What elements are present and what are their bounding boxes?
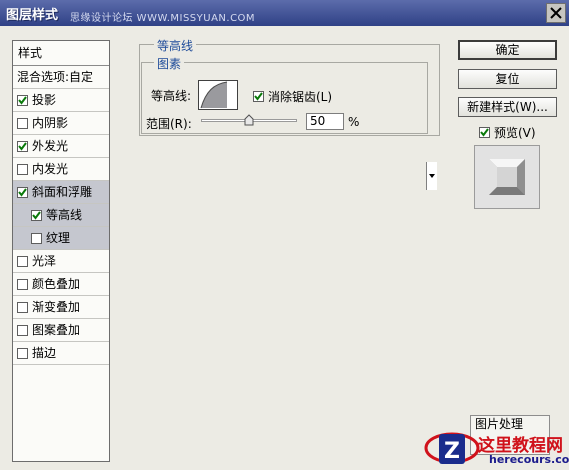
range-label: 范围(R): <box>146 117 192 131</box>
style-checkbox[interactable] <box>17 301 28 313</box>
new-style-button[interactable]: 新建样式(W)... <box>458 97 557 117</box>
style-list-item-label: 描边 <box>32 346 57 360</box>
contour-group-title: 等高线 <box>154 37 197 54</box>
close-button[interactable] <box>546 3 566 23</box>
style-list-item-label: 内发光 <box>32 162 69 176</box>
style-checkbox[interactable] <box>31 209 42 221</box>
style-list-item[interactable]: 混合选项:自定 <box>13 66 109 89</box>
contour-label: 等高线: <box>151 89 192 103</box>
style-list-item[interactable]: 斜面和浮雕 <box>13 181 109 204</box>
contour-picker[interactable] <box>198 80 437 190</box>
style-list-item-label: 等高线 <box>46 208 83 222</box>
checkmark-icon <box>18 141 27 151</box>
close-icon <box>550 7 562 19</box>
style-checkbox[interactable] <box>17 347 28 359</box>
checkmark-icon <box>480 128 489 137</box>
ok-button[interactable]: 确定 <box>458 40 557 60</box>
style-list-item-label: 颜色叠加 <box>32 277 81 291</box>
style-checkbox[interactable] <box>17 163 28 175</box>
style-list-item[interactable]: 等高线 <box>13 204 109 227</box>
elements-subgroup-title: 图素 <box>154 55 185 72</box>
range-slider-thumb[interactable] <box>244 114 254 126</box>
style-checkbox[interactable] <box>17 324 28 336</box>
style-list-item-label: 纹理 <box>46 231 71 245</box>
checkmark-icon <box>254 92 263 101</box>
checkmark-icon <box>18 187 27 197</box>
style-list-item[interactable]: 投影 <box>13 89 109 112</box>
style-checkbox[interactable] <box>17 94 28 106</box>
style-checkbox[interactable] <box>31 232 42 244</box>
style-list-item[interactable]: 渐变叠加 <box>13 296 109 319</box>
style-list-item[interactable]: 图案叠加 <box>13 319 109 342</box>
style-list-items: 混合选项:自定投影内阴影外发光内发光斜面和浮雕等高线纹理光泽颜色叠加渐变叠加图案… <box>13 66 109 365</box>
preview-label: 预览(V) <box>494 126 536 140</box>
range-input[interactable]: 50 <box>306 113 344 130</box>
style-list-item[interactable]: 颜色叠加 <box>13 273 109 296</box>
antialias-checkbox[interactable] <box>253 91 264 102</box>
style-list-item[interactable]: 内发光 <box>13 158 109 181</box>
style-list-item-label: 渐变叠加 <box>32 300 81 314</box>
style-list: 样式 混合选项:自定投影内阴影外发光内发光斜面和浮雕等高线纹理光泽颜色叠加渐变叠… <box>12 40 110 462</box>
style-list-item[interactable]: 内阴影 <box>13 112 109 135</box>
style-checkbox[interactable] <box>17 140 28 152</box>
style-checkbox[interactable] <box>17 117 28 129</box>
style-list-item-label: 光泽 <box>32 254 57 268</box>
chevron-down-icon <box>429 174 435 178</box>
watermark-text: 思缘设计论坛 WWW.MISSYUAN.COM <box>70 13 256 24</box>
style-list-item-label: 图案叠加 <box>32 323 81 337</box>
bevel-preview-icon <box>489 159 525 195</box>
style-list-item-label: 外发光 <box>32 139 69 153</box>
antialias-option[interactable]: 消除锯齿(L) <box>253 88 332 105</box>
style-list-item[interactable]: 光泽 <box>13 250 109 273</box>
svg-text:Z: Z <box>444 439 460 464</box>
preview-option[interactable]: 预览(V) <box>479 124 536 141</box>
style-checkbox[interactable] <box>17 255 28 267</box>
window-title: 图层样式 <box>6 8 59 23</box>
range-unit: % <box>348 115 360 129</box>
antialias-label: 消除锯齿(L) <box>268 90 333 104</box>
style-checkbox[interactable] <box>17 278 28 290</box>
style-checkbox[interactable] <box>17 186 28 198</box>
title-bar: 图层样式 思缘设计论坛 WWW.MISSYUAN.COM <box>0 0 569 26</box>
style-list-item[interactable]: 纹理 <box>13 227 109 250</box>
checkmark-icon <box>32 210 41 220</box>
preview-checkbox[interactable] <box>479 127 490 138</box>
contour-dropdown-button[interactable] <box>426 162 437 190</box>
reset-button[interactable]: 复位 <box>458 69 557 89</box>
style-list-item-label: 投影 <box>32 93 57 107</box>
style-list-item[interactable]: 外发光 <box>13 135 109 158</box>
style-list-item-label: 内阴影 <box>32 116 69 130</box>
checkmark-icon <box>18 95 27 105</box>
style-list-item-label: 混合选项:自定 <box>17 70 94 84</box>
style-preview <box>474 145 540 209</box>
style-list-item-label: 斜面和浮雕 <box>32 185 93 199</box>
style-list-item[interactable]: 描边 <box>13 342 109 365</box>
logo-url: herecours.com <box>489 453 569 466</box>
style-list-header[interactable]: 样式 <box>13 41 109 66</box>
contour-curve-icon <box>200 81 228 109</box>
